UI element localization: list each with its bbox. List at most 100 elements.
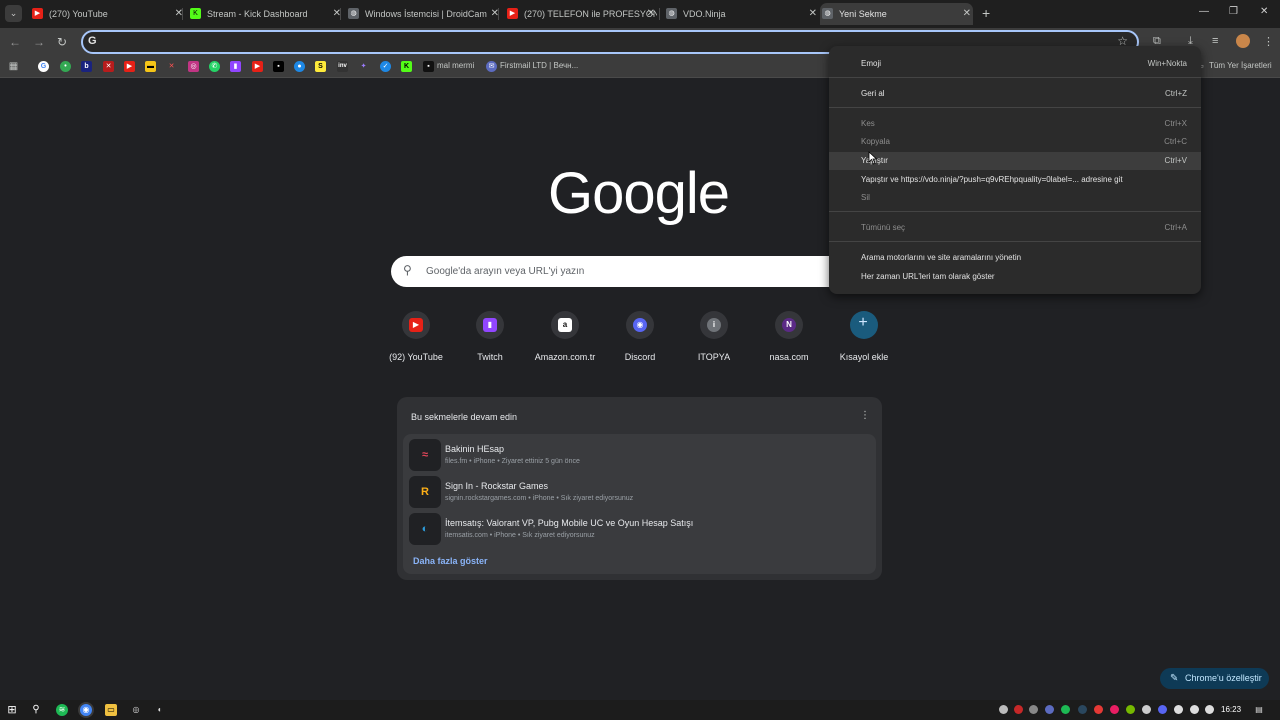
list-item[interactable]: ◐ İtemsatış: Valorant VP, Pubg Mobile UC… [409, 513, 869, 545]
show-more-link[interactable]: Daha fazla göster [413, 556, 488, 566]
tray-icon[interactable] [1045, 705, 1054, 714]
mal-mermi-icon: ▪ [423, 61, 434, 72]
tab-title: (270) TELEFON ile PROFESYONE [524, 9, 657, 19]
tray-icon[interactable] [1142, 705, 1151, 714]
menu-divider [829, 211, 1201, 212]
new-tab-button[interactable]: + [982, 5, 990, 21]
search-icon[interactable]: ⚲ [30, 704, 42, 716]
tab-youtube[interactable]: ▶ (270) YouTube ✕ [30, 3, 185, 25]
menu-item-undo[interactable]: Geri al Ctrl+Z [829, 85, 1201, 103]
search-box[interactable]: ⚲ Google'da arayın veya URL'yi yazın [391, 256, 887, 287]
youtube-icon: ▶ [507, 8, 518, 19]
list-item[interactable]: R Sign In - Rockstar Games signin.rockst… [409, 476, 869, 508]
spotify-icon[interactable]: ≋ [56, 704, 68, 716]
menu-icon[interactable]: ⋮ [1263, 35, 1274, 48]
microphone-icon[interactable] [1190, 705, 1199, 714]
menu-item-cut[interactable]: Kes Ctrl+X [829, 115, 1201, 133]
bookmark-firstmail[interactable]: Firstmail LTD | Вечн... [500, 61, 578, 70]
tray-icon[interactable] [1029, 705, 1038, 714]
shortcut-nasa[interactable]: N nasa.com [754, 311, 824, 362]
bookmark-blue-icon[interactable]: ● [294, 61, 305, 72]
minimize-button[interactable]: — [1199, 6, 1209, 17]
youtube-icon[interactable]: ▶ [124, 61, 135, 72]
tray-icon[interactable] [1110, 705, 1119, 714]
close-icon[interactable]: ✕ [647, 3, 655, 25]
bookmark-dark-icon[interactable]: ▪ [273, 61, 284, 72]
kick-icon[interactable]: K [401, 61, 412, 72]
menu-item-delete[interactable]: Sil [829, 189, 1201, 207]
media-icon[interactable]: ≡ [1212, 35, 1218, 47]
tray-icon[interactable] [1094, 705, 1103, 714]
close-icon[interactable]: ✕ [963, 3, 971, 25]
chrome-icon[interactable]: ◉ [80, 704, 92, 716]
customize-chrome-button[interactable]: ✎ Chrome'u özelleştir [1160, 668, 1269, 689]
notifications-icon[interactable]: ▤ [1253, 704, 1265, 716]
tab-new-tab[interactable]: ◍ Yeni Sekme ✕ [820, 3, 973, 25]
list-item[interactable]: ≈ Bakinin HEsap files.fm • iPhone • Ziya… [409, 439, 869, 471]
instagram-icon[interactable]: ◎ [188, 61, 199, 72]
menu-item-manage-search[interactable]: Arama motorlarını ve site aramalarını yö… [829, 249, 1201, 267]
bookmark-mal-mermi[interactable]: mal mermi [437, 61, 474, 70]
tab-title: Windows İstemcisi | DroidCam [365, 9, 487, 19]
tray-icon[interactable] [1014, 705, 1023, 714]
check-icon[interactable]: ✓ [380, 61, 391, 72]
tab-telefon-video[interactable]: ▶ (270) TELEFON ile PROFESYONE ✕ [505, 3, 657, 25]
shortcut-itopya[interactable]: i ITOPYA [679, 311, 749, 362]
tray-icon[interactable] [999, 705, 1008, 714]
menu-item-copy[interactable]: Kopyala Ctrl+C [829, 133, 1201, 151]
all-bookmarks[interactable]: Tüm Yer İşaretleri [1209, 61, 1272, 70]
menu-item-select-all[interactable]: Tümünü seç Ctrl+A [829, 219, 1201, 237]
bookmark-s-icon[interactable]: S [315, 61, 326, 72]
app-icon[interactable]: ◐ [154, 704, 166, 716]
forward-button[interactable]: → [33, 35, 45, 49]
spotify-tray-icon[interactable] [1061, 705, 1070, 714]
tab-kick-dashboard[interactable]: K Stream - Kick Dashboard ✕ [188, 3, 343, 25]
close-window-button[interactable]: ✕ [1260, 6, 1268, 17]
kick-icon: K [190, 8, 201, 19]
tab-vdo-ninja[interactable]: ◍ VDO.Ninja ✕ [664, 3, 819, 25]
more-options-icon[interactable]: ⋮ [860, 410, 870, 421]
restore-button[interactable]: ❐ [1229, 6, 1238, 17]
menu-item-paste[interactable]: Yapıştır Ctrl+V [829, 152, 1201, 170]
imdb-icon[interactable]: ▬ [145, 61, 156, 72]
windows-start-icon[interactable]: ⊞ [6, 704, 18, 716]
menu-item-show-full-urls[interactable]: Her zaman URL'leri tam olarak göster [829, 268, 1201, 286]
tab-strip: ⌄ ▶ (270) YouTube ✕ K Stream - Kick Dash… [0, 0, 1280, 28]
youtube-icon[interactable]: ▶ [252, 61, 263, 72]
context-menu: Emoji Win+Nokta Geri al Ctrl+Z Kes Ctrl+X K… [829, 46, 1201, 294]
maps-icon[interactable]: • [60, 61, 71, 72]
bookmark-red-icon[interactable]: ✕ [103, 61, 114, 72]
shortcut-discord[interactable]: ◉ Discord [605, 311, 675, 362]
obs-icon[interactable]: ◎ [130, 704, 142, 716]
back-button[interactable]: ← [9, 35, 21, 49]
google-icon[interactable]: G [38, 61, 49, 72]
volume-icon[interactable] [1205, 705, 1214, 714]
twitch-icon: ▮ [483, 318, 497, 332]
bookmark-x-icon[interactable]: ✕ [166, 61, 177, 72]
tab-droidcam[interactable]: ◍ Windows İstemcisi | DroidCam ✕ [346, 3, 501, 25]
shortcut-twitch[interactable]: ▮ Twitch [455, 311, 525, 362]
item-title: Bakinin HEsap [445, 444, 505, 454]
twitch-icon[interactable]: ▮ [230, 61, 241, 72]
shortcut-youtube[interactable]: ▶ (92) YouTube [381, 311, 451, 362]
avatar[interactable] [1236, 34, 1250, 48]
bookmark-b-icon[interactable]: b [81, 61, 92, 72]
close-icon[interactable]: ✕ [809, 3, 817, 25]
apps-icon[interactable]: ▦ [8, 61, 19, 72]
reload-button[interactable]: ↻ [57, 35, 67, 49]
shortcut-amazon[interactable]: a Amazon.com.tr [530, 311, 600, 362]
network-icon[interactable] [1174, 705, 1183, 714]
steam-icon[interactable] [1078, 705, 1087, 714]
discord-tray-icon[interactable] [1158, 705, 1167, 714]
bookmark-inv-icon[interactable]: inv [337, 61, 348, 72]
shortcut-label: (92) YouTube [389, 352, 443, 362]
whatsapp-icon[interactable]: ✆ [209, 61, 220, 72]
clock[interactable]: 16:23 [1221, 705, 1241, 714]
tab-search-button[interactable]: ⌄ [5, 5, 22, 22]
bookmark-sparkle-icon[interactable]: ✦ [358, 61, 369, 72]
nvidia-icon[interactable] [1126, 705, 1135, 714]
menu-item-paste-and-go[interactable]: Yapıştır ve https://vdo.ninja/?push=q9vR… [829, 171, 1201, 189]
file-explorer-icon[interactable]: ▭ [105, 704, 117, 716]
menu-item-emoji[interactable]: Emoji Win+Nokta [829, 55, 1201, 73]
shortcut-add[interactable]: + Kısayol ekle [829, 311, 899, 362]
